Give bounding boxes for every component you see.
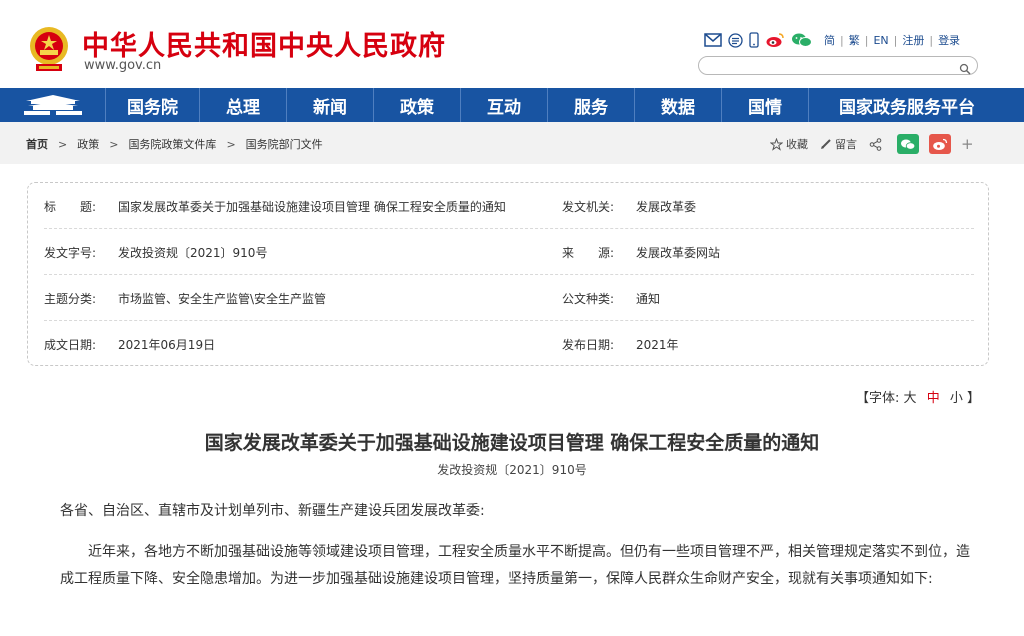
article-paragraph: 近年来，各地方不断加强基础设施等领域建设项目管理，工程安全质量水平不断提高。但仍… [60,544,970,587]
wechat-icon [901,139,916,150]
font-size-switch: 【字体: 大 中 小 】 [856,387,980,406]
breadcrumb: 首页 > 政策 > 国务院政策文件库 > 国务院部门文件 [26,136,323,152]
article-doc-number: 发改投资规〔2021〕910号 [437,463,587,477]
info-row: 标 题: 国家发展改革委关于加强基础设施建设项目管理 确保工程安全质量的通知 发… [44,183,974,229]
breadcrumb-department-docs[interactable]: 国务院部门文件 [246,136,323,152]
info-row: 成文日期: 2021年06月19日 发布日期: 2021年 [44,321,974,367]
nav-item-services[interactable]: 服务 [548,88,635,122]
info-row: 主题分类: 市场监管、安全生产监管\安全生产监管 公文种类: 通知 [44,275,974,321]
topic-label: 主题分类: [44,292,97,306]
source-label: 来 源: [562,246,615,260]
register-link[interactable]: 注册 [897,32,929,48]
share-tools: 收藏 留言 + [770,134,974,154]
breadcrumb-bar: 首页 > 政策 > 国务院政策文件库 > 国务院部门文件 收藏 留言 + [0,122,1024,164]
chevron-right-icon: > [58,137,68,151]
nav-item-national-info[interactable]: 国情 [722,88,809,122]
national-emblem-icon[interactable] [26,24,72,74]
share-button[interactable] [869,137,885,151]
topic-value: 市场监管、安全生产监管\安全生产监管 [118,292,327,306]
english-link[interactable]: EN [868,34,893,47]
breadcrumb-policy-library[interactable]: 国务院政策文件库 [128,136,216,152]
pencil-icon [821,139,831,149]
chevron-right-icon: > [226,137,236,151]
rss-icon[interactable] [728,32,743,48]
nav-item-news[interactable]: 新闻 [287,88,374,122]
favorite-button[interactable]: 收藏 [770,136,808,152]
font-medium-button[interactable]: 中 [927,391,940,406]
font-switch-suffix: 】 [967,391,981,406]
article-salutation: 各省、自治区、直辖市及计划单列市、新疆生产建设兵团发展改革委: [60,503,485,519]
font-switch-prefix: 【字体: [856,391,900,406]
source-value: 发展改革委网站 [636,246,721,260]
pub-date-value: 2021年 [636,338,679,352]
font-small-button[interactable]: 小 [950,391,963,406]
article-title: 国家发展改革委关于加强基础设施建设项目管理 确保工程安全质量的通知 [204,432,820,454]
search-icon[interactable] [959,60,971,79]
login-link[interactable]: 登录 [933,32,965,48]
weibo-share-button[interactable] [929,134,951,154]
comment-label: 留言 [835,138,857,151]
document-info-box: 标 题: 国家发展改革委关于加强基础设施建设项目管理 确保工程安全质量的通知 发… [27,182,989,366]
type-label: 公文种类: [562,292,615,306]
mobile-icon[interactable] [749,32,759,48]
nav-item-data[interactable]: 数据 [635,88,722,122]
site-url[interactable]: www.gov.cn [84,58,161,73]
nav-item-state-council[interactable]: 国务院 [106,88,200,122]
title-value: 国家发展改革委关于加强基础设施建设项目管理 确保工程安全质量的通知 [118,200,506,214]
star-icon [770,137,783,151]
favorite-label: 收藏 [786,138,808,151]
site-header: 中华人民共和国中央人民政府 www.gov.cn 简 | 繁 | EN | 注册… [0,0,1024,88]
search-input[interactable] [698,56,978,75]
docno-label: 发文字号: [44,246,97,260]
chevron-right-icon: > [109,137,119,151]
issuer-value: 发展改革委 [636,200,697,214]
nav-item-interaction[interactable]: 互动 [461,88,548,122]
tiananmen-icon[interactable] [0,88,106,122]
info-row: 发文字号: 发改投资规〔2021〕910号 来 源: 发展改革委网站 [44,229,974,275]
weibo-icon [933,138,948,150]
font-large-button[interactable]: 大 [904,391,917,406]
type-value: 通知 [636,292,661,306]
date-label: 成文日期: [44,338,97,352]
nav-item-premier[interactable]: 总理 [200,88,287,122]
main-nav: 国务院 总理 新闻 政策 互动 服务 数据 国情 国家政务服务平台 [0,88,1024,122]
nav-item-gov-service-platform[interactable]: 国家政务服务平台 [809,88,1005,122]
pub-date-label: 发布日期: [562,338,615,352]
wechat-icon[interactable] [791,32,813,48]
weibo-icon[interactable] [765,32,785,48]
breadcrumb-policy[interactable]: 政策 [77,136,99,152]
wechat-share-button[interactable] [897,134,919,154]
share-icon [869,137,882,151]
date-value: 2021年06月19日 [118,338,216,352]
traditional-link[interactable]: 繁 [844,32,865,48]
breadcrumb-home[interactable]: 首页 [26,136,48,152]
nav-item-policy[interactable]: 政策 [374,88,461,122]
simplified-link[interactable]: 简 [819,32,840,48]
top-links: 简 | 繁 | EN | 注册 | 登录 [704,30,965,50]
issuer-label: 发文机关: [562,200,615,214]
mail-icon[interactable] [704,33,722,47]
more-share-button[interactable]: + [961,135,974,153]
comment-button[interactable]: 留言 [820,136,857,152]
docno-value: 发改投资规〔2021〕910号 [118,246,268,260]
title-label: 标 题: [44,200,97,214]
